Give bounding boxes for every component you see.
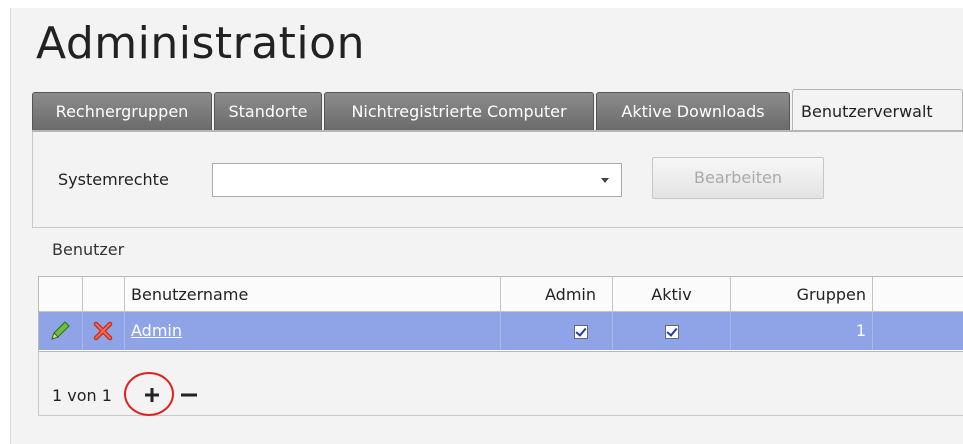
header-benutzername[interactable]: Benutzername	[125, 277, 501, 312]
delete-x-icon[interactable]	[92, 320, 114, 342]
username-cell: Admin	[125, 312, 501, 350]
edit-cell	[39, 312, 83, 350]
pencil-icon[interactable]	[48, 319, 72, 343]
tab-bar: Rechnergruppen Standorte Nichtregistrier…	[32, 89, 963, 132]
tab-aktive-downloads[interactable]: Aktive Downloads	[596, 92, 790, 130]
minus-icon[interactable]	[175, 383, 203, 407]
active-checkbox[interactable]	[664, 324, 679, 339]
users-table: Benutzername Admin Aktiv Gruppen Admin 1	[38, 276, 963, 352]
systemrechte-label: Systemrechte	[58, 170, 169, 189]
pager-text: 1 von 1	[52, 386, 112, 405]
tab-standorte[interactable]: Standorte	[214, 92, 322, 130]
admin-cell	[501, 312, 613, 350]
row-filler	[873, 312, 963, 350]
table-row[interactable]: Admin 1	[39, 312, 963, 350]
dropdown-arrow-icon[interactable]	[601, 178, 609, 183]
tab-nichtregistrierte-computer[interactable]: Nichtregistrierte Computer	[324, 92, 594, 130]
header-edit-column	[39, 277, 83, 312]
highlight-circle	[124, 372, 174, 416]
delete-cell	[83, 312, 125, 350]
bearbeiten-button[interactable]: Bearbeiten	[652, 157, 824, 199]
header-aktiv[interactable]: Aktiv	[613, 277, 731, 312]
header-admin[interactable]: Admin	[501, 277, 613, 312]
groups-cell: 1	[731, 312, 873, 350]
tab-rechnergruppen[interactable]: Rechnergruppen	[32, 92, 212, 130]
admin-checkbox[interactable]	[574, 324, 588, 339]
active-cell	[613, 312, 731, 350]
username-link[interactable]: Admin	[131, 321, 182, 340]
header-filler	[873, 277, 963, 312]
benutzer-section-label: Benutzer	[52, 240, 125, 259]
header-gruppen[interactable]: Gruppen	[731, 277, 873, 312]
tab-benutzerverwaltung[interactable]: Benutzerverwalt	[792, 89, 963, 131]
systemrechte-select[interactable]	[212, 163, 622, 197]
page-title: Administration	[36, 18, 365, 69]
header-delete-column	[83, 277, 125, 312]
